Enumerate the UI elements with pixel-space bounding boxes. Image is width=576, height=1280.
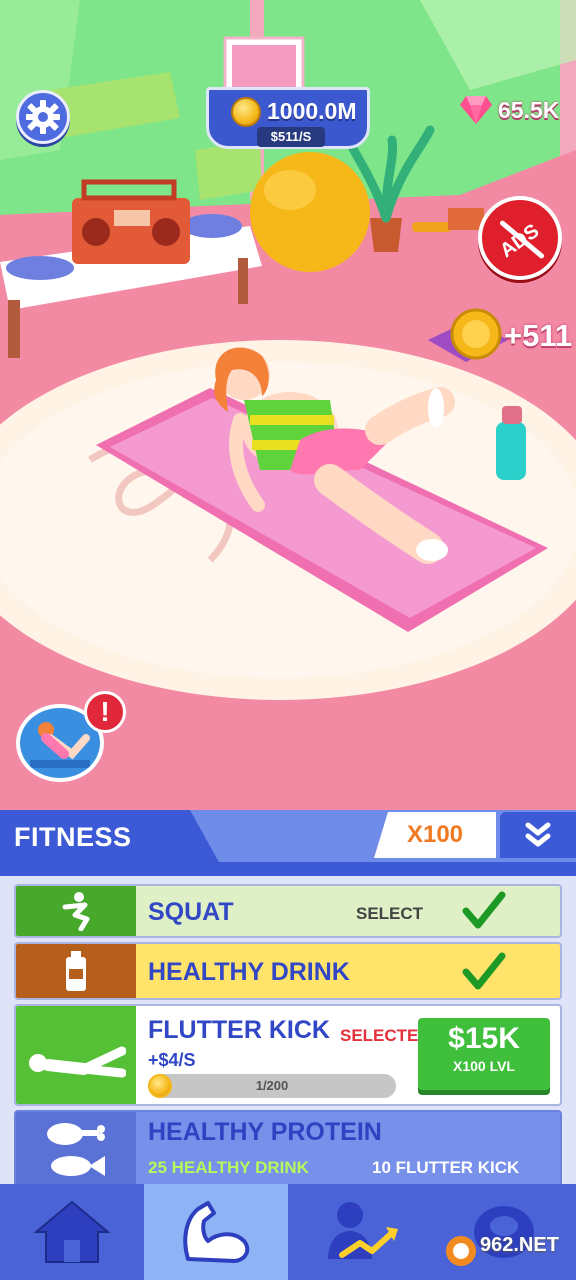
site-watermark: 962.NET	[444, 1230, 570, 1274]
game-scene: 1000.0M $511/S 65.5K ADS +511 !	[0, 0, 576, 810]
requirement-flutter-kick: 10 FLUTTER KICK	[372, 1158, 520, 1177]
alert-icon: !	[84, 691, 126, 733]
list-item-squat[interactable]: SQUAT SELECT	[14, 884, 562, 938]
item-label: FLUTTER KICK	[148, 1016, 330, 1044]
checkmark-icon	[462, 891, 506, 929]
gear-icon	[26, 100, 60, 134]
level-progress-text: 1/200	[255, 1078, 289, 1093]
level-progress-bar: 1/200	[148, 1074, 396, 1098]
protein-food-icon	[16, 1112, 136, 1188]
list-item-healthy-protein[interactable]: HEALTHY PROTEIN 25 HEALTHY DRINK 10 FLUT…	[14, 1110, 562, 1190]
nav-upgrades[interactable]	[288, 1184, 432, 1280]
nav-home[interactable]	[0, 1184, 144, 1280]
list-item-healthy-drink[interactable]: HEALTHY DRINK	[14, 942, 562, 1000]
coin-balance: 1000.0M $511/S	[206, 87, 370, 149]
collapse-panel-button[interactable]	[500, 812, 576, 858]
drink-bottle-icon	[16, 944, 136, 998]
multiplier-toggle[interactable]: X100	[374, 812, 496, 858]
tab-fitness-label: FITNESS	[14, 822, 132, 852]
squat-icon	[16, 886, 136, 936]
coin-value: 1000.0M	[267, 98, 357, 124]
item-label: HEALTHY PROTEIN	[148, 1118, 382, 1146]
settings-button[interactable]	[16, 90, 70, 144]
checkmark-icon	[462, 952, 506, 990]
gem-balance: 65.5K	[460, 96, 559, 124]
no-ads-button[interactable]: ADS	[478, 196, 562, 280]
panel-divider	[0, 862, 576, 876]
exercise-shortcut-button[interactable]: !	[16, 691, 126, 782]
coins-per-second: $511/S	[257, 127, 325, 147]
person-growth-icon	[328, 1202, 398, 1259]
fitness-panel: FITNESS X100 SQUAT SELECT HEALTHY DRINK …	[0, 810, 576, 1190]
item-label: SQUAT	[148, 898, 234, 926]
nav-fitness[interactable]	[144, 1184, 288, 1280]
gem-value: 65.5K	[498, 96, 560, 123]
panel-header: FITNESS X100	[0, 810, 576, 864]
upgrade-buy-button[interactable]: $15K X100 LVL	[418, 1018, 550, 1090]
income-value: +511	[504, 318, 573, 353]
tab-fitness[interactable]: FITNESS	[0, 810, 220, 864]
upgrade-level-amount: X100 LVL	[453, 1058, 515, 1074]
watermark-logo-icon	[446, 1236, 476, 1266]
income-popup: +511	[428, 290, 572, 370]
requirement-drink: 25 HEALTHY DRINK	[148, 1158, 309, 1177]
select-button[interactable]: SELECT	[356, 904, 423, 924]
flutter-kick-icon	[16, 1006, 136, 1104]
item-label: HEALTHY DRINK	[148, 958, 350, 986]
coin-icon	[231, 97, 261, 127]
list-item-flutter-kick[interactable]: FLUTTER KICK +$4/S SELECTED 1/200 $15K X…	[14, 1004, 562, 1106]
gem-icon	[460, 96, 492, 124]
flexed-arm-icon	[183, 1201, 250, 1263]
watermark-text: 962.NET	[480, 1234, 559, 1256]
chevron-double-down-icon	[525, 822, 551, 847]
upgrade-price: $15K	[448, 1022, 520, 1055]
home-icon	[34, 1200, 110, 1263]
item-rate: +$4/S	[148, 1050, 196, 1070]
exercise-list: SQUAT SELECT HEALTHY DRINK FLUTTER KICK …	[0, 876, 576, 1190]
